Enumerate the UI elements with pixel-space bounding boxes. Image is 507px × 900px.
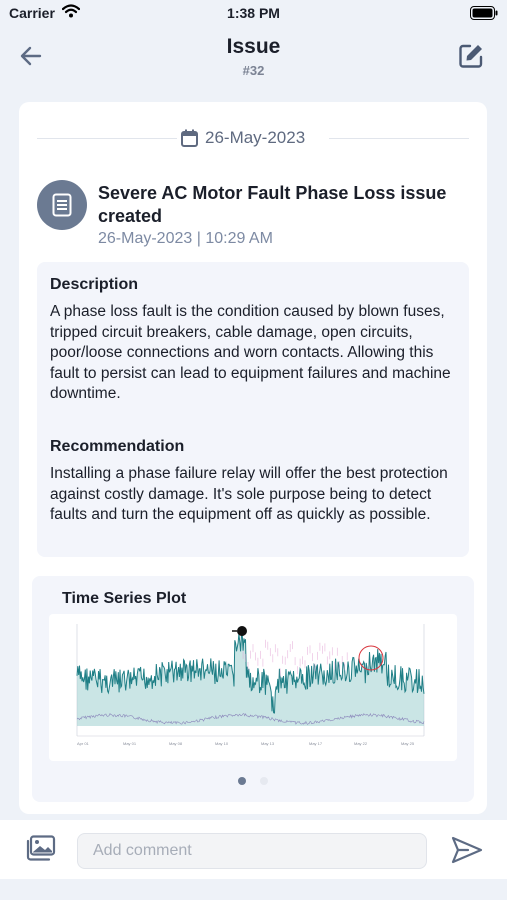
svg-text:May 17: May 17	[309, 741, 323, 746]
carousel-pagination	[32, 772, 474, 790]
time-series-plot-image[interactable]: Apr 01 May 01 May 08 May 10 May 13 May 1…	[49, 614, 457, 761]
battery-icon	[470, 6, 498, 20]
calendar-icon	[181, 129, 198, 147]
page-title: Issue	[226, 35, 281, 58]
svg-text:May 25: May 25	[401, 741, 415, 746]
time-series-carousel[interactable]: Time Series Plot Apr 01 May 01 May 08 Ma…	[32, 576, 474, 802]
svg-text:May 01: May 01	[123, 741, 137, 746]
description-heading: Description	[50, 276, 139, 293]
svg-text:May 10: May 10	[215, 741, 229, 746]
home-indicator-area	[0, 879, 507, 900]
svg-text:May 22: May 22	[354, 741, 368, 746]
issue-details: Description A phase loss fault is the co…	[37, 262, 469, 557]
recommendation-text: Installing a phase failure relay will of…	[50, 465, 448, 523]
page-dot[interactable]	[260, 777, 269, 785]
plot-title: Time Series Plot	[62, 590, 187, 607]
svg-text:May 08: May 08	[169, 741, 183, 746]
svg-text:Apr 01: Apr 01	[77, 741, 90, 746]
issue-number: #32	[242, 63, 265, 78]
issue-card: 26-May-2023 Severe AC Motor Fault Phase …	[19, 102, 487, 814]
navigation-bar: Issue #32	[0, 28, 507, 88]
issue-avatar	[37, 180, 87, 230]
date-separator: 26-May-2023	[37, 128, 469, 148]
send-icon[interactable]	[451, 836, 483, 864]
divider	[37, 138, 177, 139]
comment-input[interactable]	[77, 833, 427, 869]
recommendation-heading: Recommendation	[50, 438, 185, 455]
page-dot-active[interactable]	[237, 777, 246, 785]
status-time: 1:38 PM	[227, 5, 280, 21]
gallery-icon[interactable]	[26, 835, 56, 861]
divider	[329, 138, 469, 139]
document-icon	[52, 193, 72, 217]
date-label: 26-May-2023	[205, 128, 306, 147]
status-bar: Carrier 1:38 PM	[0, 0, 507, 28]
svg-text:May 13: May 13	[261, 741, 275, 746]
edit-icon[interactable]	[457, 42, 485, 70]
issue-title: Severe AC Motor Fault Phase Loss issue c…	[98, 183, 447, 226]
description-text: A phase loss fault is the condition caus…	[50, 303, 451, 402]
issue-timestamp: 26-May-2023 | 10:29 AM	[98, 230, 273, 247]
